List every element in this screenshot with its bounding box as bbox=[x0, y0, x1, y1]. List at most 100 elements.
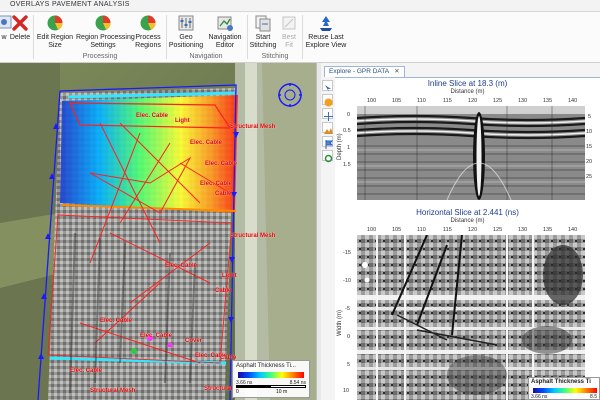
arrow-icon[interactable] bbox=[322, 80, 333, 92]
ribbon-tabs: OVERLAYS PAVEMENT ANALYSIS bbox=[0, 0, 600, 12]
map-label-elec-cable: Elec. Cable bbox=[136, 113, 169, 119]
geo-positioning-label: Geo Positioning bbox=[168, 34, 204, 49]
explore-tab[interactable]: Explore - GPR DATA ✕ bbox=[324, 66, 405, 77]
map-label-cover: Cover bbox=[185, 338, 203, 344]
stitch-icon bbox=[255, 15, 271, 32]
ribbon-separator bbox=[166, 15, 167, 59]
map-label-elec-cable: Elec. Cable bbox=[100, 318, 133, 324]
navigation-editor-label: Navigation Editor bbox=[208, 34, 242, 49]
pie-chart-icon bbox=[95, 15, 111, 31]
recycle-icon bbox=[320, 16, 332, 31]
navigation-editor-button[interactable]: Navigation Editor bbox=[206, 14, 244, 50]
reuse-last-explore-view-label: Reuse Last Explore View bbox=[305, 34, 347, 49]
horizontal-ytick: 10 bbox=[343, 388, 350, 394]
map-label-structural-mesh: Structural Mesh bbox=[230, 124, 276, 130]
tab-pavement-analysis[interactable]: PAVEMENT ANALYSIS bbox=[52, 1, 130, 8]
inline-slice-title: Inline Slice at 18.3 (m) bbox=[427, 79, 508, 88]
horizontal-ytick: 5 bbox=[347, 362, 351, 368]
inline-xlabel: Distance (m) bbox=[450, 89, 485, 95]
inline-ytick-left: 0.5 bbox=[343, 128, 351, 134]
tab-overlays[interactable]: OVERLAYS bbox=[10, 1, 50, 8]
inline-slice-radargram[interactable] bbox=[357, 106, 585, 200]
pie-chart-icon bbox=[47, 15, 63, 31]
map-label-structural-mesh: Structural Mesh bbox=[230, 233, 276, 239]
explore-legend: Asphalt Thickness Ti 3.66 ns 8.5 bbox=[528, 377, 600, 400]
edit-region-size-button[interactable]: Edit Region Size bbox=[36, 14, 74, 50]
horizontal-slice-title: Horizontal Slice at 2.441 (ns) bbox=[416, 208, 519, 217]
horizontal-xtick: 120 bbox=[468, 227, 478, 233]
pan-icon[interactable] bbox=[322, 108, 333, 121]
ribbon-separator bbox=[247, 15, 248, 59]
inline-xtick: 125 bbox=[493, 98, 503, 104]
terrain-icon[interactable] bbox=[322, 122, 333, 134]
delete-button[interactable]: Delete bbox=[8, 14, 32, 42]
ribbon-separator bbox=[33, 15, 34, 59]
horizontal-xtick: 115 bbox=[443, 227, 452, 233]
explore-plot-area: Inline Slice at 18.3 (m) Distance (m) 10… bbox=[335, 77, 600, 400]
settings-icon[interactable] bbox=[322, 150, 333, 163]
region-processing-settings-label: Region Processing Settings bbox=[76, 34, 135, 49]
inline-ylabel: Depth (m) bbox=[337, 133, 343, 160]
inline-ytick-right: 20 bbox=[586, 159, 593, 165]
flag-icon[interactable] bbox=[322, 136, 334, 149]
horizontal-ytick: 0 bbox=[347, 334, 351, 340]
explore-tab-label: Explore - GPR DATA bbox=[329, 68, 390, 75]
inline-ytick-left: 1.5 bbox=[343, 162, 351, 168]
view-button-label: w bbox=[1, 34, 7, 41]
group-label-processing: Processing bbox=[82, 53, 118, 60]
map-label-structural-mesh: Structural Mesh bbox=[90, 388, 136, 394]
map-label-elec-cable: Elec. Cable bbox=[200, 181, 233, 187]
map-label-elec-cable: Elec. Cable bbox=[140, 333, 173, 339]
inline-xtick: 115 bbox=[443, 98, 452, 104]
delete-x-icon bbox=[12, 15, 28, 31]
geo-positioning-button[interactable]: Geo Positioning bbox=[168, 14, 204, 50]
explore-legend-high: 8.5 bbox=[590, 394, 597, 400]
ribbon-separator bbox=[302, 15, 303, 59]
start-stitching-button[interactable]: Start Stitching bbox=[249, 14, 277, 50]
pie-chart-icon bbox=[140, 15, 156, 31]
process-regions-button[interactable]: Process Regions bbox=[132, 14, 164, 50]
region-processing-settings-button[interactable]: Region Processing Settings bbox=[76, 14, 135, 50]
map-label-elec-cable: Elec. Cable bbox=[205, 161, 238, 167]
scale-zero: 0 bbox=[236, 389, 239, 395]
reuse-last-explore-view-button[interactable]: Reuse Last Explore View bbox=[304, 14, 348, 50]
horizontal-ylabel: Width (m) bbox=[337, 310, 343, 336]
best-fit-icon bbox=[282, 16, 296, 30]
explore-legend-title: Asphalt Thickness Ti bbox=[531, 379, 591, 385]
inline-ytick-left: 1 bbox=[347, 145, 351, 151]
map-label-cable: Cable bbox=[215, 288, 232, 294]
delete-button-label: Delete bbox=[9, 34, 31, 41]
map-scale-bar: 0 10 m bbox=[236, 385, 306, 397]
nav-editor-icon bbox=[217, 16, 233, 31]
scale-line bbox=[236, 385, 306, 388]
map-view[interactable]: Elec. Cable Light Structural Mesh Elec. … bbox=[0, 63, 316, 400]
group-label-stitching: Stitching bbox=[261, 53, 289, 60]
horizontal-xtick: 130 bbox=[518, 227, 528, 233]
horizontal-xtick: 140 bbox=[568, 227, 578, 233]
horizontal-xtick: 100 bbox=[367, 227, 377, 233]
edit-region-size-label: Edit Region Size bbox=[36, 34, 74, 49]
close-icon[interactable]: ✕ bbox=[394, 68, 399, 75]
start-stitching-label: Start Stitching bbox=[249, 34, 277, 49]
inline-xtick: 105 bbox=[392, 98, 402, 104]
best-fit-label: Best Fit bbox=[281, 34, 296, 49]
inline-ytick-right: 10 bbox=[586, 129, 593, 135]
inline-xtick: 130 bbox=[518, 98, 528, 104]
map-legend-title: Asphalt Thickness Ti... bbox=[236, 363, 296, 369]
group-label-navigation: Navigation bbox=[189, 53, 223, 60]
globe-icon[interactable] bbox=[322, 94, 333, 107]
explore-legend-low: 3.66 ns bbox=[531, 394, 548, 400]
map-label-elec-cable: Elec. Cable bbox=[165, 263, 198, 269]
inline-xtick: 110 bbox=[417, 98, 426, 104]
horizontal-xlabel: Distance (m) bbox=[450, 218, 485, 224]
inline-xtick: 120 bbox=[468, 98, 478, 104]
inline-ytick-right: 5 bbox=[588, 114, 592, 120]
horizontal-xtick: 110 bbox=[417, 227, 426, 233]
map-label-light: Light bbox=[222, 273, 237, 279]
best-fit-button[interactable]: Best Fit bbox=[278, 14, 300, 50]
inline-xtick: 135 bbox=[543, 98, 553, 104]
scale-ten: 10 m bbox=[276, 389, 288, 395]
horizontal-xtick: 125 bbox=[493, 227, 503, 233]
horizontal-slice-image[interactable] bbox=[357, 235, 585, 400]
map-label-structural: Structural bbox=[204, 386, 233, 392]
